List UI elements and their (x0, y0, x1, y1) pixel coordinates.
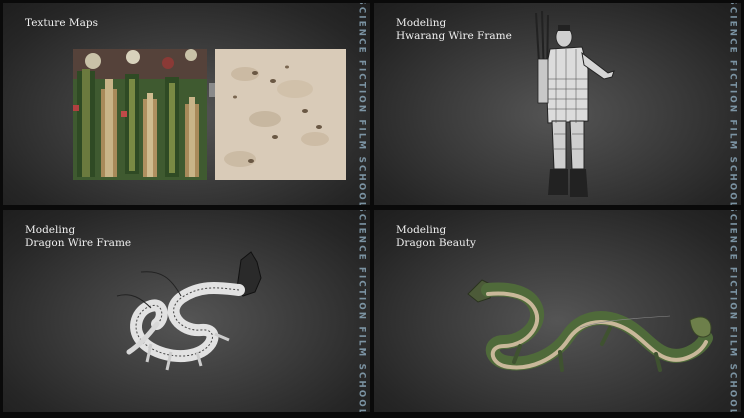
panel-texture-maps: Texture Maps SCIENCE FICTION FILM SCHOOL (3, 3, 370, 205)
dragon-wireframe-model (116, 251, 262, 371)
panel-hwarang-wireframe: Modeling Hwarang Wire Frame SCIENCE FICT… (374, 3, 741, 205)
dragon-rendered-model (467, 279, 713, 372)
panel-title: Modeling (396, 17, 447, 29)
panel-subtitle: Dragon Beauty (396, 237, 476, 249)
texture-map-scales (215, 49, 346, 180)
watermark-vertical: SCIENCE FICTION FILM SCHOOL (357, 3, 367, 205)
panel-title: Modeling (396, 224, 447, 236)
panel-subtitle: Hwarang Wire Frame (396, 30, 512, 42)
texture-map-dragon-skin (73, 49, 207, 180)
panel-dragon-wireframe: Modeling Dragon Wire Frame SCIENCE FICTI… (3, 210, 370, 412)
panel-caption: Modeling Hwarang Wire Frame (396, 17, 512, 43)
panel-caption: Texture Maps (25, 17, 98, 30)
warrior-wireframe-model (535, 10, 615, 197)
panel-caption: Modeling Dragon Beauty (396, 224, 476, 250)
panel-title: Modeling (25, 224, 76, 236)
watermark-vertical: SCIENCE FICTION FILM SCHOOL (728, 3, 738, 205)
panel-title: Texture Maps (25, 17, 98, 29)
watermark-vertical: SCIENCE FICTION FILM SCHOOL (357, 210, 367, 412)
watermark-vertical: SCIENCE FICTION FILM SCHOOL (728, 210, 738, 412)
panel-caption: Modeling Dragon Wire Frame (25, 224, 131, 250)
panel-dragon-beauty: Modeling Dragon Beauty SCIENCE FICTION F… (374, 210, 741, 412)
